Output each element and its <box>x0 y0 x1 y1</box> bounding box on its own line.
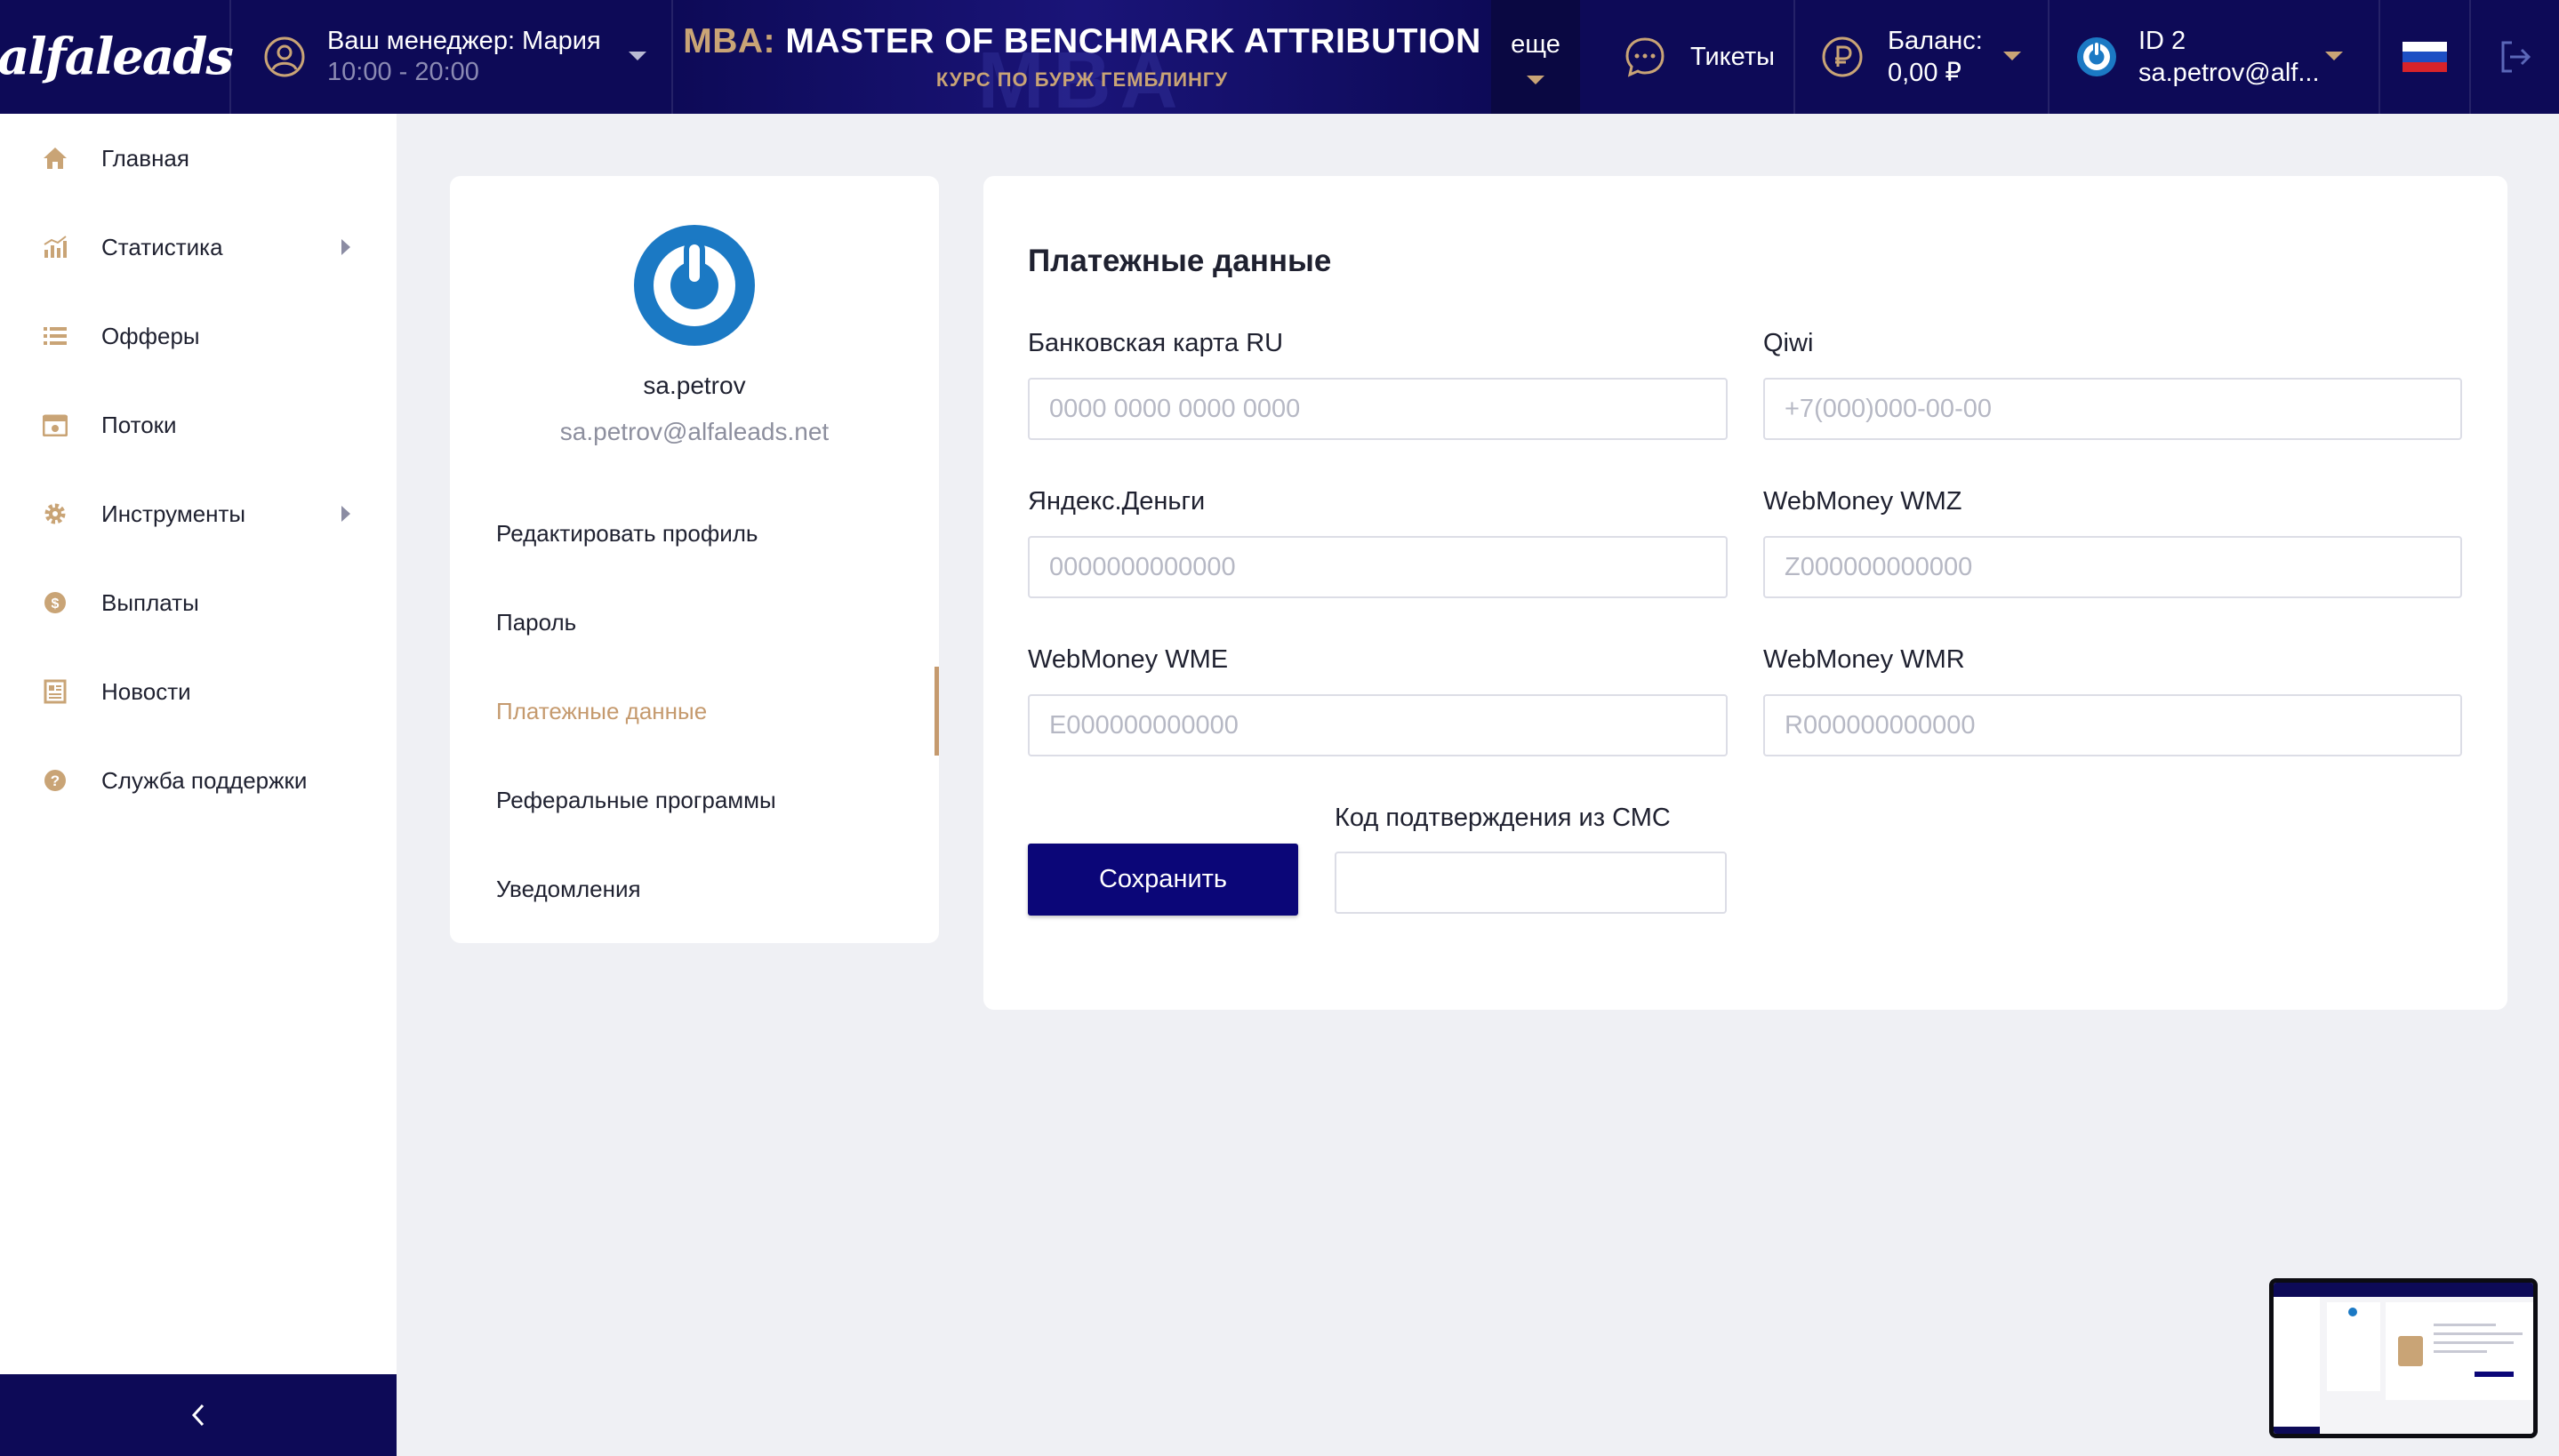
svg-text:?: ? <box>51 772 60 789</box>
sms-code-input[interactable] <box>1335 852 1727 914</box>
language-switcher[interactable] <box>2380 0 2469 114</box>
profile-menu-password[interactable]: Пароль <box>450 578 939 667</box>
banner-prefix: MBA: <box>683 22 776 60</box>
sidebar-item-home[interactable]: Главная <box>0 114 397 203</box>
logout-button[interactable] <box>2471 0 2559 114</box>
profile-menu-payment-data[interactable]: Платежные данные <box>450 667 939 756</box>
yandex-money-input[interactable] <box>1028 536 1728 598</box>
sidebar-item-label: Новости <box>101 677 191 705</box>
sidebar-item-support[interactable]: ? Служба поддержки <box>0 736 397 825</box>
tickets-label: Тикеты <box>1690 42 1775 71</box>
yandex-money-label: Яндекс.Деньги <box>1028 487 1206 516</box>
profile-menu-notifications[interactable]: Уведомления <box>450 844 939 933</box>
profile-username: sa.petrov <box>643 372 746 399</box>
box-illustration-icon <box>2398 1336 2423 1366</box>
sms-code-label: Код подтверждения из СМС <box>1335 804 1671 832</box>
bank-card-label: Банковская карта RU <box>1028 329 1284 357</box>
webmoney-wmr-input[interactable] <box>1763 694 2462 756</box>
sidebar-item-news[interactable]: Новости <box>0 647 397 736</box>
list-icon <box>44 327 67 345</box>
chevron-left-icon <box>191 1404 205 1427</box>
tickets-button[interactable]: Тикеты <box>1580 0 1793 114</box>
chevron-down-icon <box>2003 52 2021 60</box>
sidebar-item-label: Статистика <box>101 233 223 260</box>
banner-title-text: MASTER OF BENCHMARK ATTRIBUTION <box>785 22 1481 60</box>
bank-card-input[interactable] <box>1028 378 1728 440</box>
more-label: еще <box>1511 29 1560 59</box>
webmoney-wmr-label: WebMoney WMR <box>1763 645 1965 674</box>
profile-card: sa.petrov sa.petrov@alfaleads.net Редакт… <box>450 176 939 943</box>
banner-subtitle: КУРС ПО БУРЖ ГЕМБЛИНГУ <box>935 68 1229 91</box>
russia-flag-icon <box>2403 42 2447 72</box>
qiwi-input[interactable] <box>1763 378 2462 440</box>
webmoney-wmz-label: WebMoney WMZ <box>1763 487 1962 516</box>
page-title: Платежные данные <box>1028 244 1332 278</box>
sidebar-item-label: Офферы <box>101 322 200 349</box>
chevron-right-icon <box>341 239 350 255</box>
sidebar-item-streams[interactable]: Потоки <box>0 380 397 469</box>
power-avatar-icon <box>2077 37 2116 76</box>
chevron-right-icon <box>341 506 350 522</box>
webmoney-wme-label: WebMoney WME <box>1028 645 1229 674</box>
balance-dropdown[interactable]: Баланс: 0,00 ₽ <box>1795 0 2048 114</box>
sidebar-item-offers[interactable]: Офферы <box>0 292 397 380</box>
home-icon <box>44 148 67 169</box>
chevron-down-icon <box>2325 52 2343 60</box>
logo[interactable]: alfaleads <box>0 0 234 114</box>
coin-icon: $ <box>44 592 66 613</box>
ruble-coin-icon <box>1822 36 1863 77</box>
stats-icon <box>44 236 67 258</box>
sidebar-item-label: Инструменты <box>101 500 246 527</box>
sidebar-item-label: Потоки <box>101 411 177 438</box>
manager-hours: 10:00 - 20:00 <box>327 58 479 86</box>
manager-dropdown[interactable]: Ваш менеджер: Мария 10:00 - 20:00 <box>231 0 671 114</box>
sidebar-collapse-button[interactable] <box>0 1374 397 1456</box>
webmoney-wme-input[interactable] <box>1028 694 1728 756</box>
manager-name: Ваш менеджер: Мария <box>327 27 601 55</box>
thumbnail-screen <box>2274 1283 2533 1434</box>
banner-title: MBA: MASTER OF BENCHMARK ATTRIBUTION <box>683 22 1481 61</box>
promo-banner[interactable]: MBA MBA: MASTER OF BENCHMARK ATTRIBUTION… <box>673 0 1491 114</box>
sidebar-item-label: Выплаты <box>101 588 199 616</box>
account-id: ID 2 <box>2138 27 2186 55</box>
more-menu-button[interactable]: еще <box>1491 0 1580 114</box>
balance-value: 0,00 ₽ <box>1888 59 1961 87</box>
chevron-down-icon <box>629 52 646 60</box>
chevron-down-icon <box>1527 75 1544 84</box>
news-icon <box>44 679 67 704</box>
svg-text:$: $ <box>52 596 60 612</box>
save-button[interactable]: Сохранить <box>1028 844 1298 916</box>
account-email: sa.petrov@alf... <box>2138 59 2320 87</box>
gear-icon <box>44 503 66 524</box>
account-dropdown[interactable]: ID 2 sa.petrov@alf... <box>2050 0 2379 114</box>
logout-icon <box>2501 41 2531 73</box>
top-bar: alfaleads Ваш менеджер: Мария 10:00 - 20… <box>0 0 2559 114</box>
sidebar-item-payouts[interactable]: $ Выплаты <box>0 558 397 647</box>
sidebar-item-label: Главная <box>101 144 189 172</box>
profile-menu-referral-programs[interactable]: Реферальные программы <box>450 756 939 844</box>
payment-data-card: Платежные данные Банковская карта RU Qiw… <box>983 176 2507 1010</box>
streams-icon <box>43 414 68 436</box>
qiwi-label: Qiwi <box>1763 329 1814 357</box>
screen-preview-thumbnail[interactable] <box>2269 1278 2538 1438</box>
sidebar-item-label: Служба поддержки <box>101 766 308 794</box>
chat-bubble-icon <box>1625 37 1665 77</box>
help-icon: ? <box>44 770 66 791</box>
logo-text: alfaleads <box>0 28 234 86</box>
profile-avatar <box>634 225 755 346</box>
sidebar-item-statistics[interactable]: Статистика <box>0 203 397 292</box>
profile-menu: Редактировать профиль Пароль Платежные д… <box>450 489 939 933</box>
sidebar: Главная Статистика Офферы Потоки Инструм… <box>0 114 397 1456</box>
profile-menu-edit-profile[interactable]: Редактировать профиль <box>450 489 939 578</box>
balance-label: Баланс: <box>1888 27 1983 55</box>
profile-email: sa.petrov@alfaleads.net <box>559 418 830 445</box>
webmoney-wmz-input[interactable] <box>1763 536 2462 598</box>
user-circle-icon <box>264 36 305 77</box>
sidebar-item-tools[interactable]: Инструменты <box>0 469 397 558</box>
